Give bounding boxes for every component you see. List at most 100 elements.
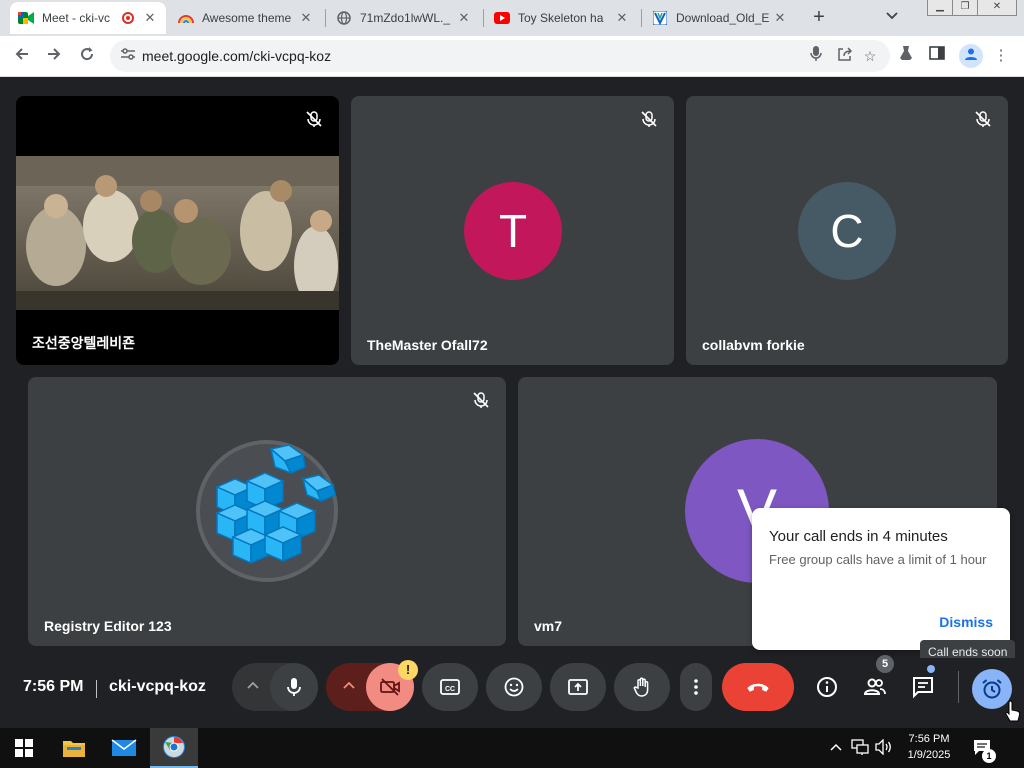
close-tab-icon[interactable]: ✕: [298, 10, 314, 26]
tab-title: 71mZdo1lwWL._: [360, 11, 451, 25]
participant-tile-collabvm[interactable]: C collabvm forkie: [686, 96, 1008, 365]
back-button[interactable]: [8, 42, 36, 70]
network-icon[interactable]: [851, 739, 869, 758]
more-vert-icon: [694, 679, 698, 695]
forward-button[interactable]: [40, 42, 68, 70]
participant-name: TheMaster Ofall72: [367, 337, 488, 353]
participant-avatar: C: [798, 182, 896, 280]
participant-tile-registry-editor[interactable]: Registry Editor 123: [28, 377, 506, 646]
tab-youtube[interactable]: Toy Skeleton ha ✕: [486, 2, 638, 34]
call-ends-notification: Your call ends in 4 minutes Free group c…: [752, 508, 1010, 650]
file-explorer-button[interactable]: [50, 728, 98, 768]
closed-captions-icon: CC: [440, 679, 460, 695]
clock-time: 7:56 PM: [908, 733, 950, 745]
end-call-icon: [747, 683, 769, 692]
minimize-window-button[interactable]: ▁: [927, 0, 953, 16]
microphone-off-icon: [306, 111, 322, 127]
close-tab-icon[interactable]: ✕: [456, 10, 472, 26]
mail-icon: [111, 739, 137, 756]
participant-name: vm7: [534, 618, 563, 634]
chat-unread-dot-icon: [927, 665, 935, 673]
close-window-button[interactable]: ✕: [977, 0, 1017, 16]
notification-body: Free group calls have a limit of 1 hour: [769, 552, 987, 567]
reload-button[interactable]: [73, 42, 101, 70]
system-clock[interactable]: 7:56 PM 1/9/2025: [896, 731, 962, 763]
alarm-clock-icon: [982, 679, 1002, 699]
dismiss-button[interactable]: Dismiss: [939, 614, 993, 630]
more-options-button[interactable]: [680, 663, 712, 711]
raise-hand-icon: [633, 677, 649, 697]
close-tab-icon[interactable]: ✕: [772, 10, 788, 26]
clock-date: 1/9/2025: [907, 749, 951, 761]
windows-taskbar: 7:56 PM 1/9/2025 1: [0, 728, 1024, 768]
youtube-icon: [494, 10, 510, 26]
side-panel-icon[interactable]: [926, 45, 948, 67]
restore-window-button[interactable]: ❐: [952, 0, 978, 16]
info-icon: [817, 677, 837, 697]
microphone-off-icon: [975, 111, 991, 127]
camera-warning-icon: !: [398, 660, 418, 680]
hand-cursor-icon: [1005, 700, 1021, 722]
close-tab-icon[interactable]: ✕: [142, 10, 158, 26]
divider: [96, 680, 97, 698]
bookmark-star-icon[interactable]: ☆: [860, 46, 880, 66]
notification-title: Your call ends in 4 minutes: [769, 528, 948, 545]
globe-icon: [336, 10, 352, 26]
meeting-details-button[interactable]: [809, 669, 845, 705]
tab-download[interactable]: Download_Old_E ✕: [644, 2, 796, 34]
new-tab-button[interactable]: +: [806, 5, 832, 31]
tab-meet[interactable]: Meet - cki-vc ✕: [10, 2, 166, 34]
tab-separator: [325, 9, 326, 27]
tab-image[interactable]: 71mZdo1lwWL._ ✕: [328, 2, 480, 34]
video-options-chevron-icon[interactable]: [334, 676, 364, 698]
extensions-icon[interactable]: [895, 45, 917, 67]
volume-icon[interactable]: [875, 738, 893, 758]
site-settings-icon[interactable]: [120, 48, 136, 64]
google-meet-icon: [18, 10, 34, 26]
audio-options-chevron-icon[interactable]: [238, 676, 268, 698]
microphone-button[interactable]: [270, 663, 318, 711]
mail-button[interactable]: [100, 728, 148, 768]
raise-hand-button[interactable]: [614, 663, 670, 711]
chrome-taskbar-button[interactable]: [150, 728, 198, 768]
chat-button[interactable]: [905, 669, 941, 705]
call-control-bar: 7:56 PM cki-vcpq-koz CC: [0, 658, 1024, 728]
tab-strip: Meet - cki-vc ✕ Awesome theme ✕ 71mZdo1l…: [0, 0, 1024, 36]
tab-awesome-theme[interactable]: Awesome theme ✕: [170, 2, 322, 34]
recording-indicator-icon: [122, 12, 134, 24]
present-screen-button[interactable]: [550, 663, 606, 711]
microphone-permission-icon[interactable]: [806, 46, 826, 66]
microphone-off-icon: [641, 111, 657, 127]
participant-count-badge: 5: [876, 655, 894, 673]
emoji-icon: [504, 677, 524, 697]
people-button[interactable]: [857, 669, 893, 705]
registry-editor-icon: [196, 440, 338, 582]
captions-button[interactable]: CC: [422, 663, 478, 711]
tab-search-chevron-icon[interactable]: [886, 9, 898, 23]
tab-title: Download_Old_E: [676, 11, 770, 25]
tab-title: Toy Skeleton ha: [518, 11, 604, 25]
leave-call-button[interactable]: [722, 663, 794, 711]
start-button[interactable]: [0, 728, 48, 768]
tab-separator: [483, 9, 484, 27]
meeting-code: cki-vcpq-koz: [109, 678, 206, 695]
browser-menu-icon[interactable]: ⋮: [990, 45, 1012, 67]
close-tab-icon[interactable]: ✕: [614, 10, 630, 26]
address-bar[interactable]: meet.google.com/cki-vcpq-koz ☆: [110, 40, 890, 72]
participant-name: collabvm forkie: [702, 337, 805, 353]
tab-title: Awesome theme: [202, 11, 292, 25]
reactions-button[interactable]: [486, 663, 542, 711]
meeting-time: 7:56 PM: [23, 678, 84, 695]
share-icon[interactable]: [835, 46, 855, 66]
participant-tile-video[interactable]: 조선중앙텔레비죤: [16, 96, 339, 365]
v-logo-icon: [652, 10, 668, 26]
show-hidden-icons-chevron-icon[interactable]: [830, 739, 842, 754]
camera-off-icon: [380, 678, 400, 696]
profile-avatar-icon[interactable]: [959, 44, 983, 68]
video-feed: [16, 156, 339, 310]
participant-tile-themaster[interactable]: T TheMaster Ofall72: [351, 96, 674, 365]
browser-toolbar: meet.google.com/cki-vcpq-koz ☆ ⋮: [0, 36, 1024, 77]
svg-text:CC: CC: [445, 686, 455, 693]
present-screen-icon: [568, 679, 588, 695]
url-text: meet.google.com/cki-vcpq-koz: [142, 48, 332, 64]
